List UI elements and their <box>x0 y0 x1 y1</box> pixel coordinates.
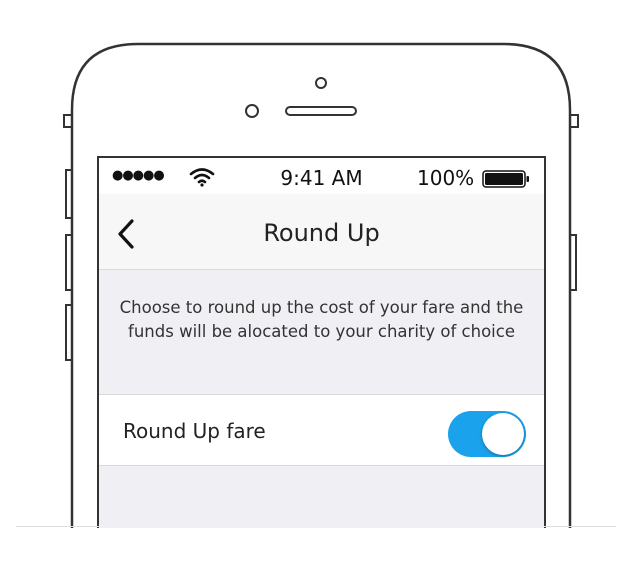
navigation-bar: Round Up <box>99 194 544 270</box>
phone-screen: ●●●●● 9:41 AM 100% Round Up Choose to ro… <box>99 158 544 528</box>
battery-icon <box>482 170 529 188</box>
sensor-dot <box>315 77 327 89</box>
round-up-setting-row: Round Up fare <box>99 394 544 466</box>
round-up-fare-label: Round Up fare <box>123 419 266 443</box>
toggle-knob <box>482 413 524 455</box>
battery-percentage: 100% <box>417 166 475 190</box>
status-bar: ●●●●● 9:41 AM 100% <box>99 158 544 194</box>
page-title: Round Up <box>263 219 380 247</box>
status-time: 9:41 AM <box>280 166 363 190</box>
round-up-fare-toggle[interactable] <box>448 411 526 457</box>
speaker-grille <box>285 106 357 116</box>
front-camera <box>245 104 259 118</box>
round-up-description: Choose to round up the cost of your fare… <box>119 298 524 341</box>
